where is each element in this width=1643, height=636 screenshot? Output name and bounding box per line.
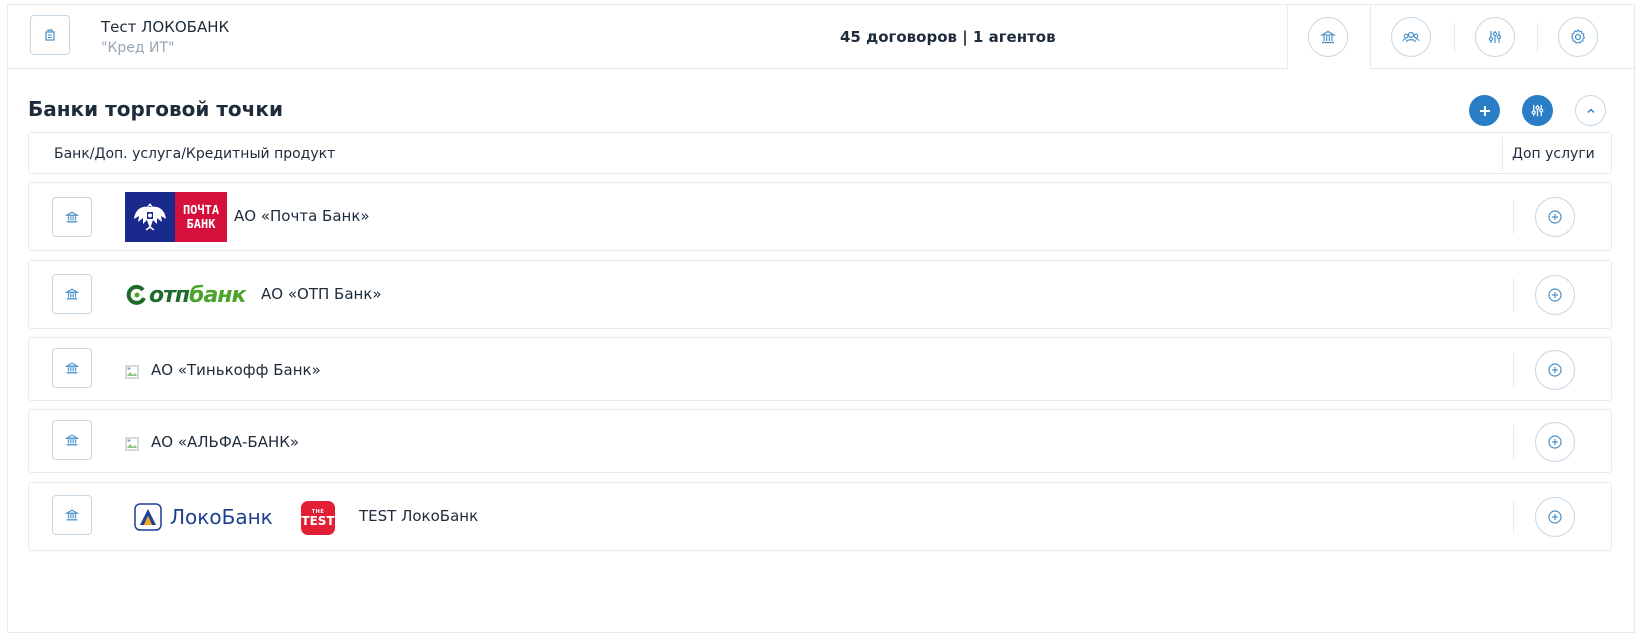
add-service-button[interactable] (1535, 497, 1575, 537)
bank-icon-button[interactable] (52, 274, 92, 314)
loko-mark-icon (134, 503, 162, 531)
store-header: Тест ЛОКОБАНК "Кред ИТ" 45 договоров | 1… (8, 5, 1636, 69)
chevron-up-icon (1587, 108, 1594, 113)
add-service-button[interactable] (1535, 350, 1575, 390)
bank-icon (65, 211, 79, 223)
column-header-services: Доп услуги (1512, 146, 1595, 162)
column-divider (1513, 200, 1514, 234)
loko-bank-logo: ЛокоБанк (134, 501, 273, 533)
column-divider (1502, 137, 1503, 171)
bank-row[interactable]: отпбанк АО «ОТП Банк» (28, 260, 1612, 329)
add-bank-button[interactable] (1469, 95, 1500, 126)
pochta-bank-wordmark: ПОЧТА БАНК (175, 192, 227, 242)
bank-icon-button[interactable] (52, 495, 92, 535)
bank-icon (65, 288, 79, 300)
table-header: Банк/Доп. услуга/Кредитный продукт Доп у… (28, 132, 1612, 174)
column-divider (1513, 425, 1514, 459)
sliders-icon (1488, 31, 1502, 43)
banks-tab-button[interactable] (1308, 17, 1348, 57)
eagle-emblem-icon (125, 192, 175, 242)
plus-circle-icon (1548, 288, 1562, 302)
sliders-icon (1531, 104, 1544, 117)
plus-icon (1479, 105, 1490, 116)
bank-name: TEST ЛокоБанк (359, 507, 479, 525)
settings-sliders-button[interactable] (1475, 17, 1515, 57)
column-header-bank: Банк/Доп. услуга/Кредитный продукт (54, 146, 336, 162)
bank-row[interactable]: ПОЧТА БАНК АО «Почта Банк» (28, 182, 1612, 251)
users-icon (1402, 31, 1420, 43)
bank-icon (1320, 30, 1336, 44)
bank-name: АО «Тинькофф Банк» (151, 361, 321, 379)
bank-icon (65, 362, 79, 374)
gear-icon (1570, 29, 1586, 44)
page-frame: Тест ЛОКОБАНК "Кред ИТ" 45 договоров | 1… (7, 4, 1636, 633)
filter-button[interactable] (1522, 95, 1553, 126)
bank-row[interactable]: АО «АЛЬФА-БАНК» (28, 409, 1612, 473)
store-icon-button[interactable] (30, 15, 70, 55)
plus-circle-icon (1548, 210, 1562, 224)
broken-image-icon (125, 437, 139, 451)
settings-button[interactable] (1558, 17, 1598, 57)
add-service-button[interactable] (1535, 197, 1575, 237)
header-divider (1537, 23, 1538, 53)
store-company: "Кред ИТ" (101, 40, 175, 56)
bank-icon-button[interactable] (52, 420, 92, 460)
agents-tab-button[interactable] (1391, 17, 1431, 57)
otp-ring-icon (126, 284, 146, 305)
column-divider (1513, 353, 1514, 387)
plus-circle-icon (1548, 435, 1562, 449)
broken-image-icon (125, 365, 139, 379)
add-service-button[interactable] (1535, 422, 1575, 462)
store-name: Тест ЛОКОБАНК (101, 18, 230, 36)
test-badge-logo: THE TEST (301, 501, 335, 535)
bank-name: АО «Почта Банк» (234, 207, 370, 225)
section-title: Банки торговой точки (28, 97, 283, 121)
column-divider (1513, 500, 1514, 534)
column-divider (1513, 278, 1514, 312)
bank-name: АО «АЛЬФА-БАНК» (151, 433, 300, 451)
store-stats: 45 договоров | 1 агентов (840, 28, 1056, 46)
store-icon (45, 29, 55, 41)
bank-row[interactable]: АО «Тинькофф Банк» (28, 337, 1612, 401)
add-service-button[interactable] (1535, 275, 1575, 315)
bank-row[interactable]: ЛокоБанк THE TEST TEST ЛокоБанк (28, 482, 1612, 551)
pochta-bank-logo: ПОЧТА БАНК (125, 192, 227, 242)
bank-icon-button[interactable] (52, 348, 92, 388)
bank-icon (65, 509, 79, 521)
collapse-button[interactable] (1575, 95, 1606, 126)
bank-name: АО «ОТП Банк» (261, 285, 382, 303)
bank-icon-button[interactable] (52, 197, 92, 237)
otp-bank-logo: отпбанк (125, 281, 246, 309)
plus-circle-icon (1548, 363, 1562, 377)
plus-circle-icon (1548, 510, 1562, 524)
header-divider (1454, 23, 1455, 53)
bank-icon (65, 434, 79, 446)
